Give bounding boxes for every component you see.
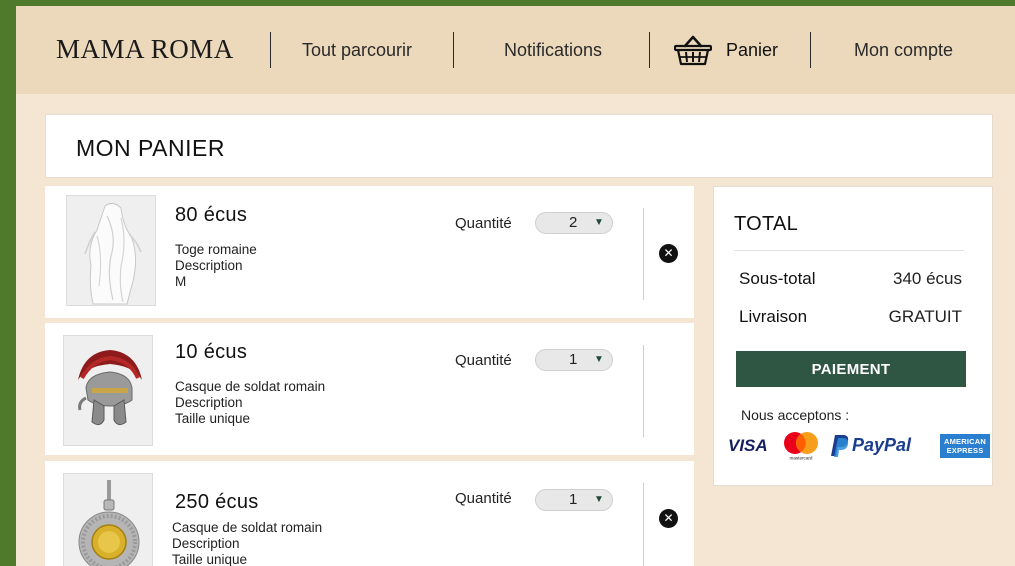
logo[interactable]: MAMA ROMA bbox=[56, 34, 234, 65]
page-title: MON PANIER bbox=[76, 135, 225, 161]
quantity-select[interactable]: 1 ▼ bbox=[535, 349, 613, 371]
visa-logo: VISA bbox=[728, 436, 768, 455]
basket-icon[interactable] bbox=[674, 34, 712, 66]
accepted-payments-label: Nous acceptons : bbox=[741, 407, 850, 423]
item-details: Casque de soldat romain Description Tail… bbox=[172, 520, 322, 566]
subtotal-value: 340 écus bbox=[893, 269, 962, 288]
nav-account[interactable]: Mon compte bbox=[854, 40, 953, 61]
quantity-label: Quantité bbox=[455, 352, 512, 369]
quantity-value: 1 bbox=[569, 491, 578, 508]
cart-item: 80 écus Toge romaine Description M Quant… bbox=[45, 186, 694, 318]
item-description: Description bbox=[172, 536, 240, 551]
amex-logo: AMERICAN EXPRESS bbox=[940, 434, 990, 458]
quantity-select[interactable]: 2 ▼ bbox=[535, 212, 613, 234]
nav-divider bbox=[810, 32, 811, 68]
cart-item: 10 écus Casque de soldat romain Descript… bbox=[45, 323, 694, 455]
payment-logos: VISA mastercard PayPal AMERICAN EXPRESS bbox=[728, 431, 990, 461]
cart-title-bar: MON PANIER bbox=[45, 114, 993, 178]
item-price: 80 écus bbox=[175, 204, 248, 226]
order-summary: TOTAL Sous-total 340 écus Livraison GRAT… bbox=[713, 186, 993, 486]
page: MAMA ROMA Tout parcourir Notifications P… bbox=[16, 6, 1015, 566]
quantity-label: Quantité bbox=[455, 490, 512, 507]
item-size: Taille unique bbox=[172, 552, 248, 566]
close-icon[interactable]: ✕ bbox=[659, 244, 678, 263]
summary-divider bbox=[734, 250, 964, 251]
item-description: Description bbox=[175, 395, 243, 410]
nav-divider bbox=[453, 32, 454, 68]
chevron-down-icon: ▼ bbox=[594, 494, 604, 505]
product-image-helmet[interactable] bbox=[63, 335, 153, 446]
amex-line-2: EXPRESS bbox=[946, 446, 984, 455]
item-description: Description bbox=[175, 258, 243, 273]
subtotal-label: Sous-total bbox=[739, 269, 816, 288]
item-name: Casque de soldat romain bbox=[172, 520, 323, 535]
cart-item: 250 écus Casque de soldat romain Descrip… bbox=[45, 461, 694, 566]
quantity-label: Quantité bbox=[455, 215, 512, 232]
nav-notifications[interactable]: Notifications bbox=[504, 40, 602, 61]
quantity-select[interactable]: 1 ▼ bbox=[535, 489, 613, 511]
paypal-icon bbox=[831, 435, 849, 457]
quantity-value: 2 bbox=[569, 214, 578, 231]
product-image-medallion[interactable] bbox=[63, 473, 153, 566]
item-name: Toge romaine bbox=[175, 242, 257, 257]
item-size: Taille unique bbox=[175, 411, 251, 426]
chevron-down-icon: ▼ bbox=[594, 354, 604, 365]
item-details: Casque de soldat romain Description Tail… bbox=[175, 379, 325, 427]
close-icon[interactable]: ✕ bbox=[659, 509, 678, 528]
quantity-value: 1 bbox=[569, 351, 578, 368]
item-size: M bbox=[175, 274, 187, 289]
svg-text:mastercard: mastercard bbox=[790, 456, 813, 461]
site-header: MAMA ROMA Tout parcourir Notifications P… bbox=[16, 6, 1015, 94]
chevron-down-icon: ▼ bbox=[594, 217, 604, 228]
nav-browse[interactable]: Tout parcourir bbox=[302, 40, 412, 61]
shipping-label: Livraison bbox=[739, 307, 808, 326]
mastercard-logo: mastercard bbox=[784, 432, 818, 461]
nav-cart[interactable]: Panier bbox=[726, 40, 778, 61]
item-details: Toge romaine Description M bbox=[175, 242, 257, 290]
item-name: Casque de soldat romain bbox=[175, 379, 326, 394]
shipping-value: GRATUIT bbox=[888, 307, 962, 326]
amex-line-1: AMERICAN bbox=[943, 437, 986, 446]
item-price: 10 écus bbox=[175, 341, 248, 363]
nav-divider bbox=[270, 32, 271, 68]
item-price: 250 écus bbox=[175, 491, 259, 513]
item-divider bbox=[643, 208, 644, 300]
item-divider bbox=[643, 345, 644, 437]
product-image-toga[interactable] bbox=[66, 195, 156, 306]
item-divider bbox=[643, 483, 644, 566]
checkout-button[interactable]: PAIEMENT bbox=[736, 351, 966, 387]
summary-title: TOTAL bbox=[734, 213, 799, 235]
paypal-logo: PayPal bbox=[852, 435, 912, 455]
nav-divider bbox=[649, 32, 650, 68]
